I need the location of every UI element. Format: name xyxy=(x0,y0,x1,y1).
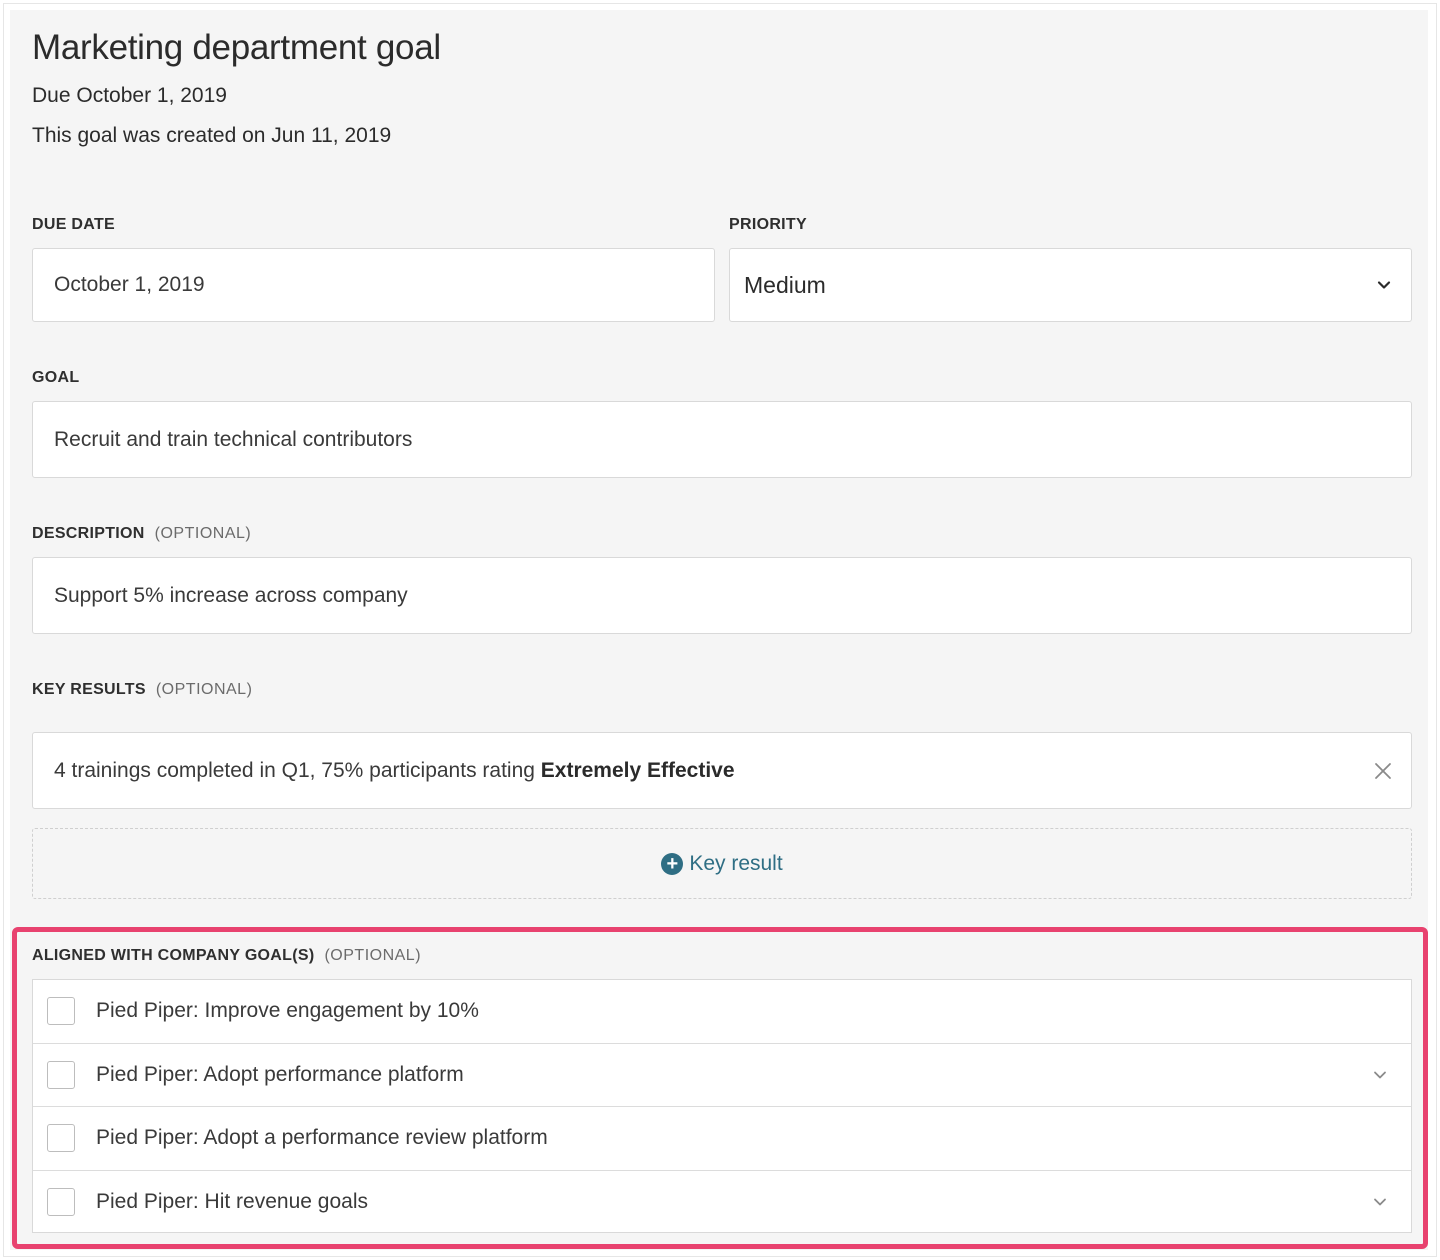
key-result-text-plain: 4 trainings completed in Q1, 75% partici… xyxy=(54,758,541,782)
company-goal-row[interactable]: Pied Piper: Hit revenue goals xyxy=(33,1171,1411,1235)
aligned-goals-label: ALIGNED WITH COMPANY GOAL(S) (OPTIONAL) xyxy=(32,947,421,965)
key-result-text: 4 trainings completed in Q1, 75% partici… xyxy=(54,759,735,783)
due-date-value: October 1, 2019 xyxy=(54,273,205,296)
company-goals-list: Pied Piper: Improve engagement by 10% Pi… xyxy=(32,979,1412,1233)
close-icon[interactable] xyxy=(1373,761,1393,781)
priority-label: PRIORITY xyxy=(729,216,807,233)
goal-input[interactable]: Recruit and train technical contributors xyxy=(32,401,1412,478)
company-goal-row[interactable]: Pied Piper: Improve engagement by 10% xyxy=(33,980,1411,1044)
description-value: Support 5% increase across company xyxy=(54,583,408,607)
chevron-down-icon[interactable] xyxy=(1373,1195,1387,1209)
company-goal-row[interactable]: Pied Piper: Adopt a performance review p… xyxy=(33,1107,1411,1171)
due-date-label: DUE DATE xyxy=(32,216,115,233)
description-optional-tag: (OPTIONAL) xyxy=(154,525,252,542)
aligned-goals-label-text: ALIGNED WITH COMPANY GOAL(S) xyxy=(32,947,315,964)
goal-checkbox[interactable] xyxy=(47,1188,75,1217)
key-results-label-text: KEY RESULTS xyxy=(32,681,146,698)
key-results-optional-tag: (OPTIONAL) xyxy=(155,681,253,698)
key-results-label: KEY RESULTS (OPTIONAL) xyxy=(32,681,252,699)
priority-select[interactable]: Medium xyxy=(729,248,1412,322)
due-summary: Due October 1, 2019 xyxy=(32,84,227,107)
goal-option-label: Pied Piper: Adopt performance platform xyxy=(96,1062,464,1086)
key-result-item[interactable]: 4 trainings completed in Q1, 75% partici… xyxy=(32,732,1412,809)
due-date-input[interactable]: October 1, 2019 xyxy=(32,248,715,322)
goal-option-label: Pied Piper: Hit revenue goals xyxy=(96,1190,368,1214)
plus-circle-icon: + xyxy=(661,852,684,875)
aligned-optional-tag: (OPTIONAL) xyxy=(324,947,422,964)
goal-label: GOAL xyxy=(32,369,80,386)
description-label-text: DESCRIPTION xyxy=(32,525,145,542)
description-input[interactable]: Support 5% increase across company xyxy=(32,557,1412,634)
priority-value: Medium xyxy=(744,271,826,298)
key-result-text-bold: Extremely Effective xyxy=(540,758,735,782)
page-title: Marketing department goal xyxy=(32,28,441,67)
goal-value: Recruit and train technical contributors xyxy=(54,427,413,451)
add-key-result-button[interactable]: + Key result xyxy=(32,828,1412,899)
created-summary: This goal was created on Jun 11, 2019 xyxy=(32,124,392,147)
add-key-result-label: Key result xyxy=(689,851,783,875)
chevron-down-icon[interactable] xyxy=(1373,1068,1387,1082)
goal-checkbox[interactable] xyxy=(47,1124,75,1153)
chevron-down-icon xyxy=(1377,281,1391,289)
description-label: DESCRIPTION (OPTIONAL) xyxy=(32,525,251,543)
company-goal-row[interactable]: Pied Piper: Adopt performance platform xyxy=(33,1044,1411,1107)
goal-checkbox[interactable] xyxy=(47,1060,75,1089)
goal-checkbox[interactable] xyxy=(47,997,75,1026)
goal-option-label: Pied Piper: Adopt a performance review p… xyxy=(96,1126,548,1150)
goal-option-label: Pied Piper: Improve engagement by 10% xyxy=(96,999,479,1023)
